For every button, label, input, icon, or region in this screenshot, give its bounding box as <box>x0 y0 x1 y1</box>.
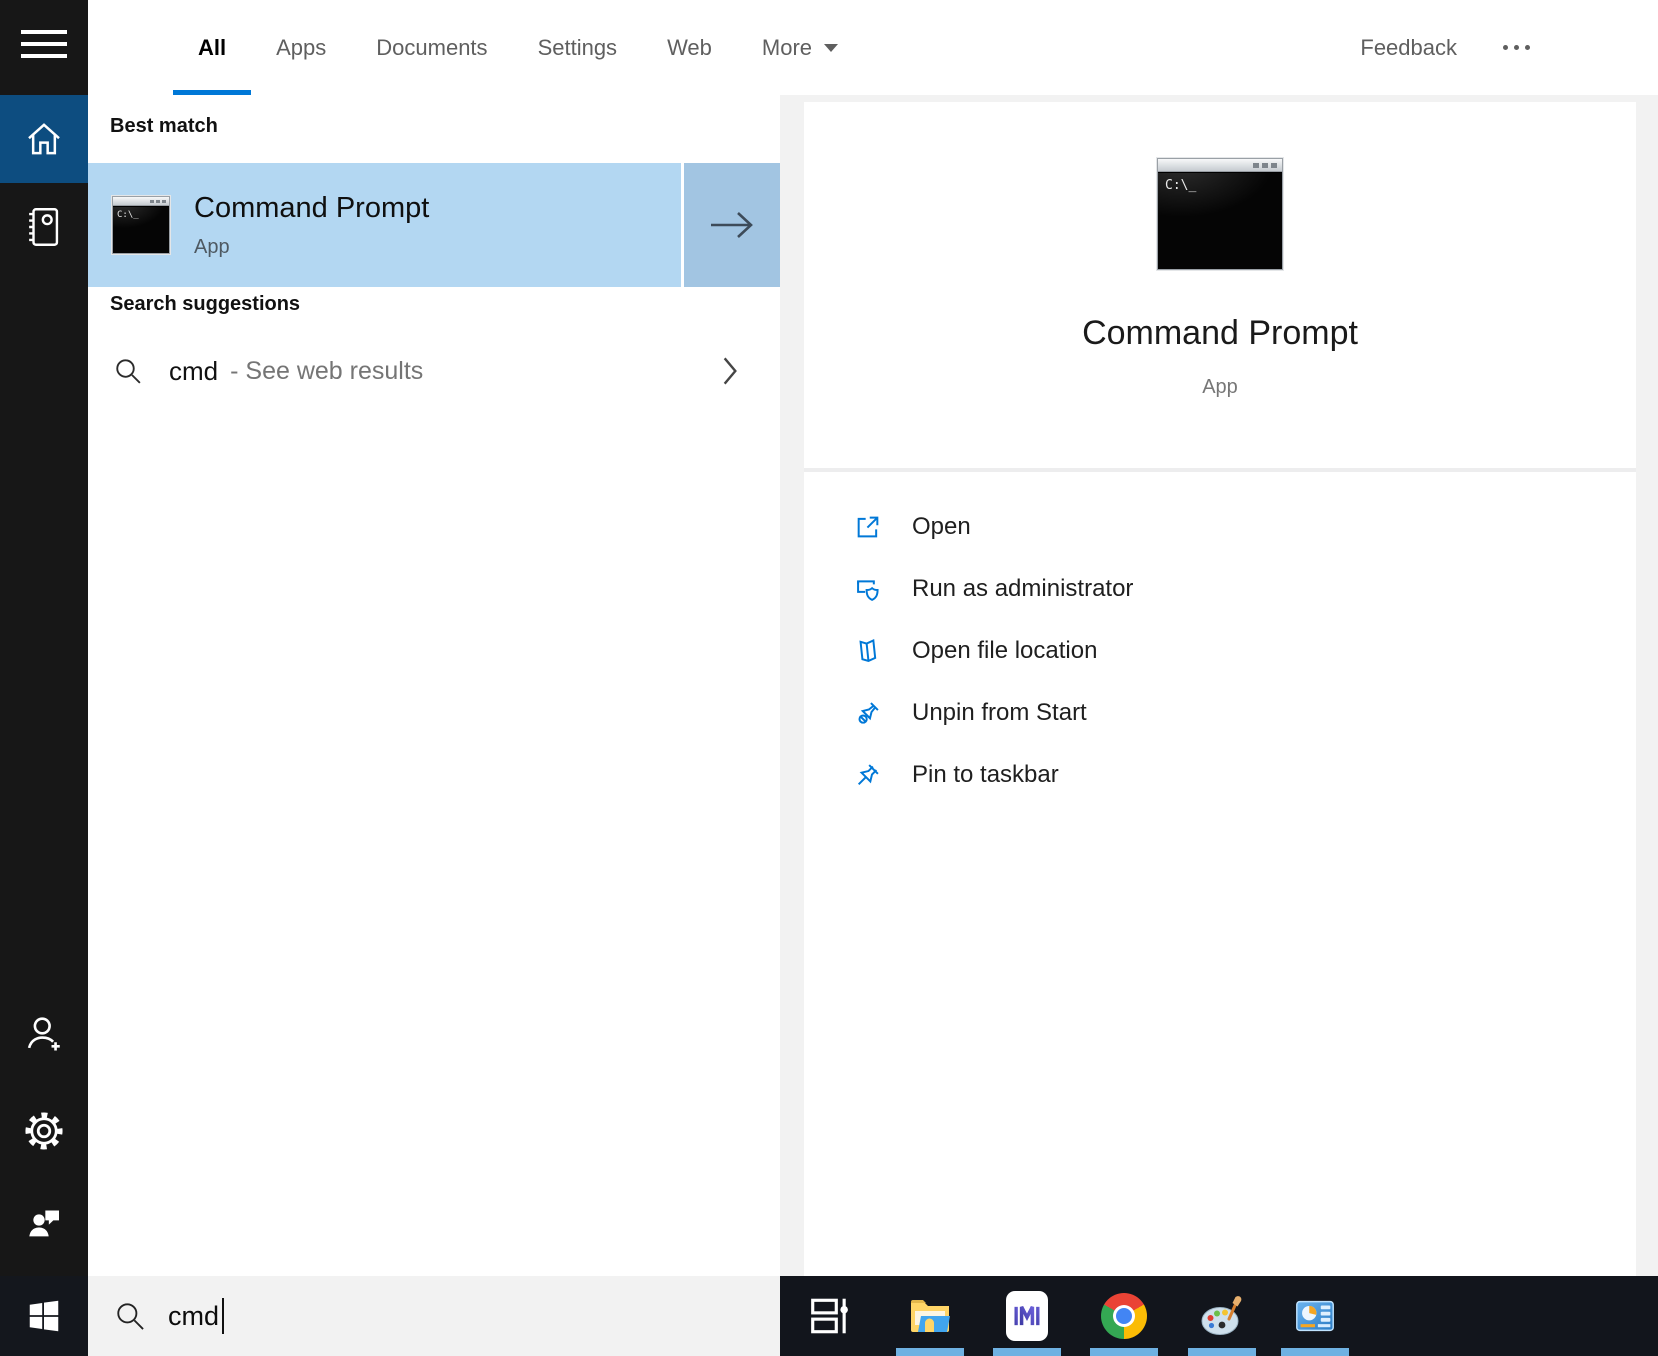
tab-apps[interactable]: Apps <box>251 0 351 95</box>
text-cursor <box>222 1298 224 1334</box>
search-input[interactable]: cmd <box>88 1276 780 1356</box>
tab-web[interactable]: Web <box>642 0 737 95</box>
suggestion-query: cmd <box>169 356 218 387</box>
running-indicator <box>1090 1348 1158 1356</box>
system-management-icon <box>1292 1293 1338 1339</box>
running-indicator <box>896 1348 964 1356</box>
chrome-button[interactable] <box>1100 1292 1148 1340</box>
best-match-title: Command Prompt <box>194 192 429 225</box>
ellipsis-icon[interactable] <box>1503 45 1530 50</box>
pin-icon <box>852 759 884 791</box>
search-results-area: Best match C:\_ Command Prompt App Searc… <box>88 95 1658 1276</box>
action-run-as-administrator[interactable]: Run as administrator <box>804 558 1636 620</box>
web-suggestion-row[interactable]: cmd - See web results <box>88 337 780 405</box>
start-search-screen: All Apps Documents Settings Web More Fee… <box>0 0 1658 1356</box>
tab-settings[interactable]: Settings <box>513 0 643 95</box>
folder-icon <box>852 635 884 667</box>
action-unpin-from-start[interactable]: Unpin from Start <box>804 682 1636 744</box>
preview-panel: C:\_ Command Prompt App Open <box>804 102 1636 1276</box>
notebook-icon <box>24 206 64 248</box>
chrome-icon <box>1101 1293 1147 1339</box>
chevron-right-icon <box>722 355 738 387</box>
suggestions-header: Search suggestions <box>110 293 300 316</box>
start-sidebar <box>0 0 88 1276</box>
tab-documents[interactable]: Documents <box>351 0 512 95</box>
launch-icon <box>852 511 884 543</box>
running-indicator <box>1281 1348 1349 1356</box>
filter-tabs: All Apps Documents Settings Web More <box>173 0 864 95</box>
preview-type: App <box>804 376 1636 399</box>
best-match-type: App <box>194 236 429 259</box>
m-app-button[interactable] <box>1003 1292 1051 1340</box>
hamburger-icon <box>21 22 67 66</box>
command-prompt-icon: C:\_ <box>112 196 170 254</box>
expand-result-button[interactable] <box>684 163 780 287</box>
sidebar-item-journal[interactable] <box>0 183 88 271</box>
best-match-result[interactable]: C:\_ Command Prompt App <box>88 163 681 287</box>
add-user-icon <box>23 1012 65 1054</box>
right-arrow-icon <box>709 209 755 241</box>
task-view-button[interactable] <box>806 1292 854 1340</box>
command-prompt-icon-large: C:\_ <box>1157 158 1283 270</box>
windows-logo-icon <box>26 1298 62 1334</box>
feedback-button[interactable]: Feedback <box>1360 35 1457 61</box>
action-open[interactable]: Open <box>804 496 1636 558</box>
running-indicator <box>1188 1348 1256 1356</box>
unpin-icon <box>852 697 884 729</box>
system-management-button[interactable] <box>1291 1292 1339 1340</box>
action-open-file-location[interactable]: Open file location <box>804 620 1636 682</box>
file-explorer-icon <box>906 1292 954 1340</box>
search-query-text: cmd <box>168 1301 219 1332</box>
hamburger-menu-button[interactable] <box>0 0 88 88</box>
search-filter-bar: All Apps Documents Settings Web More Fee… <box>88 0 1658 95</box>
chevron-down-icon <box>823 43 839 53</box>
sidebar-item-add-account[interactable] <box>0 989 88 1077</box>
sidebar-item-home[interactable] <box>0 95 88 183</box>
tab-all[interactable]: All <box>173 0 251 95</box>
tab-more[interactable]: More <box>737 0 864 95</box>
suggestion-hint: - See web results <box>230 357 423 386</box>
sidebar-item-feedback[interactable] <box>0 1179 88 1267</box>
taskbar <box>780 1276 1658 1356</box>
home-icon <box>24 119 64 159</box>
person-chat-icon <box>24 1203 64 1243</box>
best-match-header: Best match <box>110 115 218 138</box>
file-explorer-button[interactable] <box>906 1292 954 1340</box>
gear-icon <box>23 1110 65 1152</box>
context-actions: Open Run as administrator <box>804 496 1636 806</box>
search-icon <box>114 1300 146 1332</box>
action-pin-to-taskbar[interactable]: Pin to taskbar <box>804 744 1636 806</box>
start-button[interactable] <box>0 1276 88 1356</box>
preview-title: Command Prompt <box>804 314 1636 353</box>
results-panel: Best match C:\_ Command Prompt App Searc… <box>88 95 780 1276</box>
running-indicator <box>993 1348 1061 1356</box>
taskbar-row: cmd <box>0 1276 1658 1356</box>
topbar-right: Feedback <box>1360 35 1658 61</box>
sidebar-item-settings[interactable] <box>0 1087 88 1175</box>
admin-shield-icon <box>852 573 884 605</box>
paint-button[interactable] <box>1198 1292 1246 1340</box>
task-view-icon <box>808 1294 852 1338</box>
search-icon <box>113 356 143 386</box>
divider <box>804 468 1636 472</box>
m-app-icon <box>1006 1291 1048 1341</box>
paint-icon <box>1198 1292 1246 1340</box>
